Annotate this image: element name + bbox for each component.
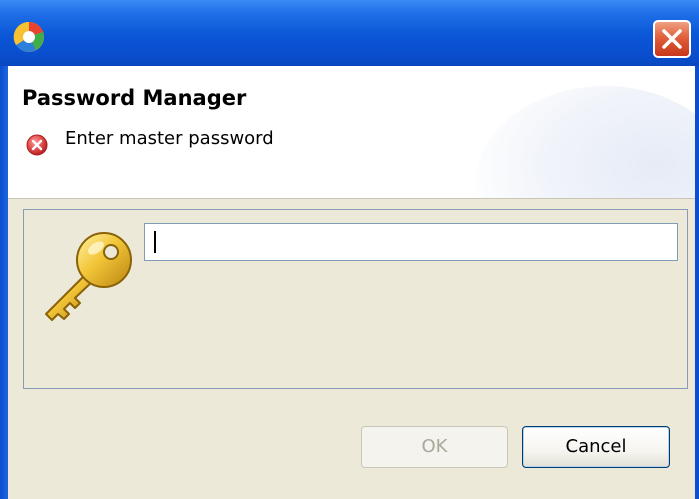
dialog-title: Password Manager [22, 86, 247, 110]
close-icon [662, 29, 682, 49]
password-manager-dialog: Password Manager Enter master password O… [0, 0, 699, 499]
cancel-button[interactable]: Cancel [522, 426, 670, 468]
dialog-header: Password Manager Enter master password [8, 66, 695, 198]
header-divider [8, 198, 695, 199]
text-caret [154, 231, 156, 253]
password-group [23, 209, 688, 389]
window-frame-right [695, 66, 699, 499]
ok-button[interactable]: OK [361, 426, 508, 468]
banner-decoration [475, 86, 695, 198]
title-bar[interactable] [0, 0, 699, 66]
close-button[interactable] [653, 20, 691, 58]
eclipse-app-icon[interactable] [12, 20, 46, 54]
master-password-input[interactable] [144, 223, 678, 261]
key-icon [38, 222, 134, 322]
window-frame-left [0, 66, 8, 499]
error-message: Enter master password [65, 128, 274, 149]
error-icon [26, 134, 48, 156]
